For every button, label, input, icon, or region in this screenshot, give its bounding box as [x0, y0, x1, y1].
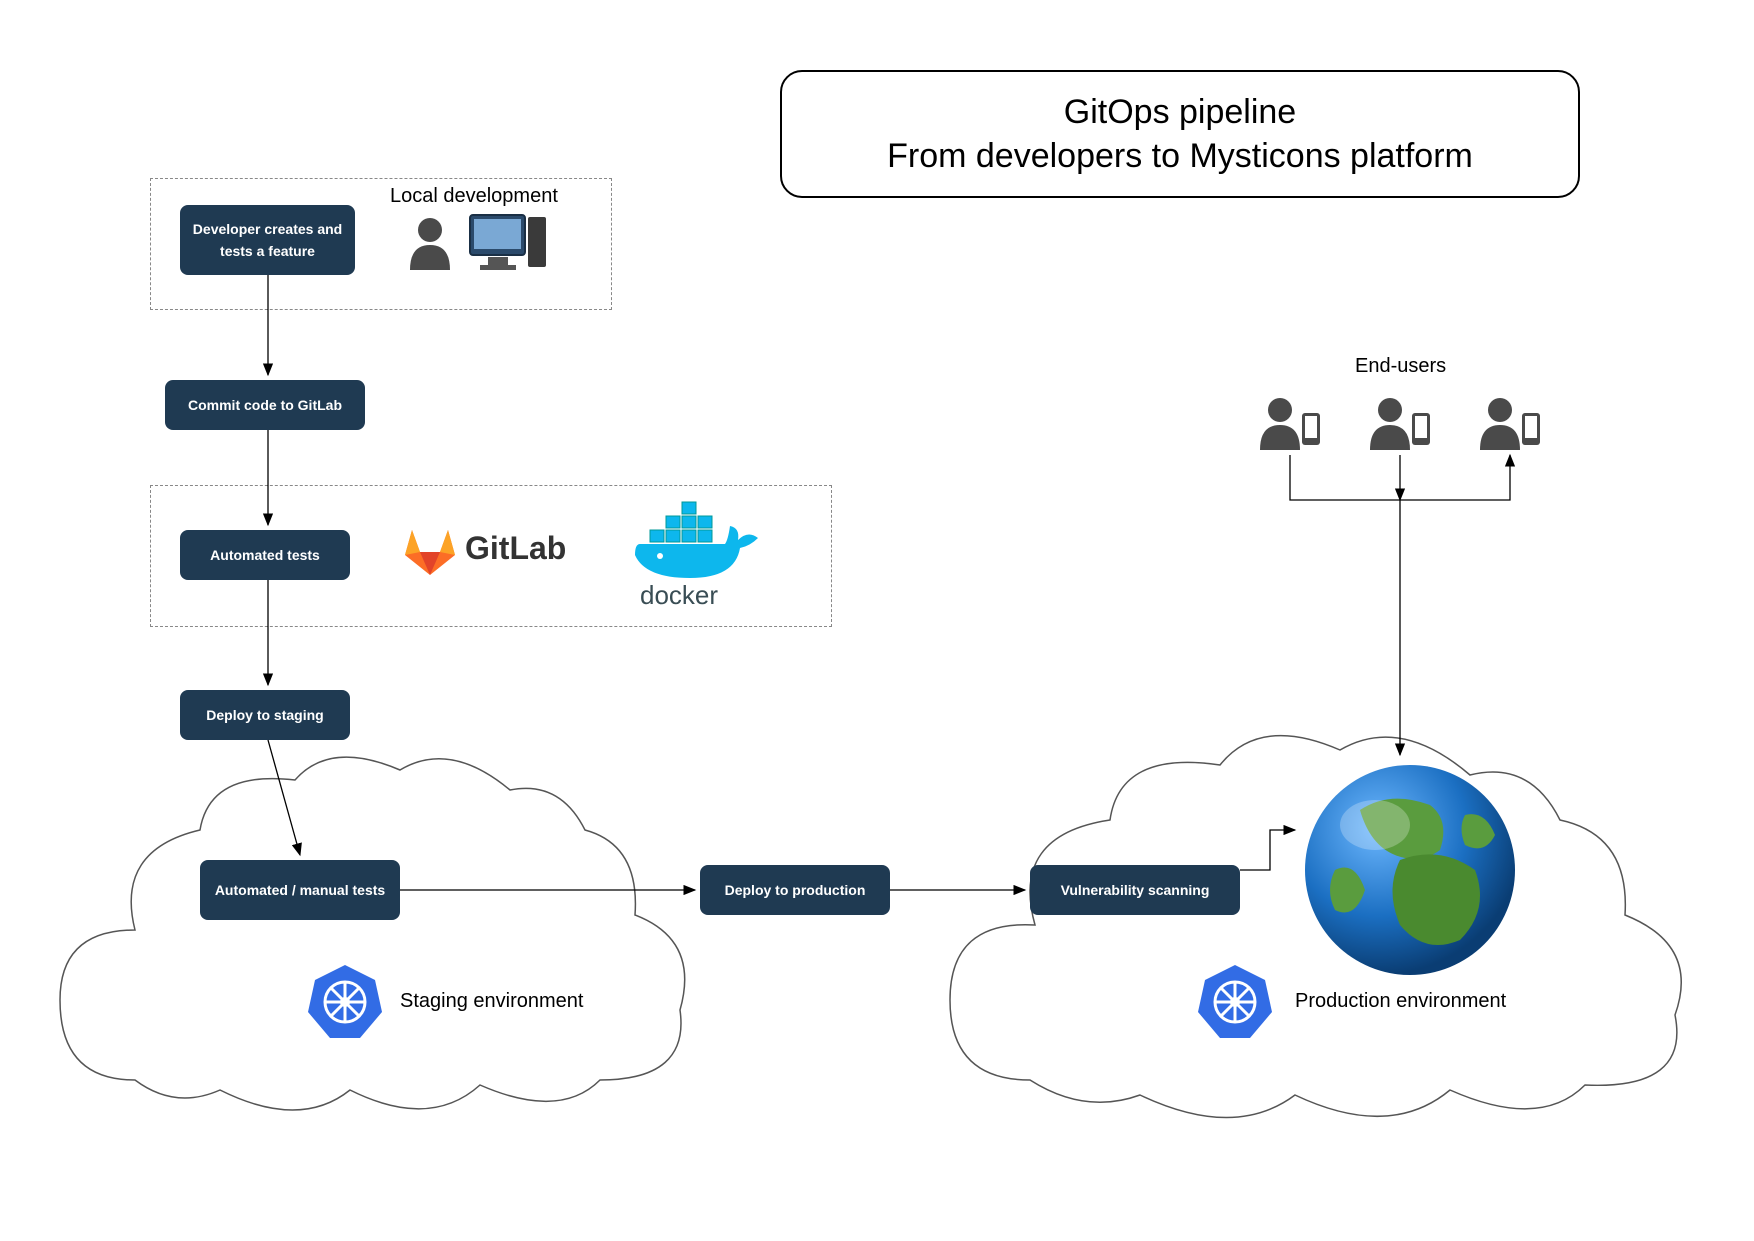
node-deploy-staging: Deploy to staging [180, 690, 350, 740]
end-users-label: End-users [1355, 355, 1446, 378]
local-dev-label: Local development [390, 185, 558, 208]
node-deploy-prod-text: Deploy to production [725, 879, 866, 901]
node-dev-feature-text: Developer creates and tests a feature [190, 218, 345, 263]
gitlab-label: GitLab [465, 530, 566, 567]
staging-env-label: Staging environment [400, 990, 583, 1013]
node-auto-tests: Automated tests [180, 530, 350, 580]
end-user-1 [1260, 398, 1320, 450]
node-deploy-prod: Deploy to production [700, 865, 890, 915]
title-line1: GitOps pipeline [812, 90, 1548, 134]
staging-cloud [60, 757, 685, 1110]
node-manual-tests: Automated / manual tests [200, 860, 400, 920]
production-env-label: Production environment [1295, 990, 1506, 1013]
title-line2: From developers to Mysticons platform [812, 134, 1548, 178]
end-user-2 [1370, 398, 1430, 450]
node-vuln-scan: Vulnerability scanning [1030, 865, 1240, 915]
kubernetes-icon-production [1198, 965, 1272, 1038]
node-dev-feature: Developer creates and tests a feature [180, 205, 355, 275]
node-manual-tests-text: Automated / manual tests [215, 879, 385, 901]
node-vuln-scan-text: Vulnerability scanning [1061, 879, 1210, 901]
node-commit-text: Commit code to GitLab [188, 394, 342, 416]
globe-icon [1305, 765, 1515, 975]
end-user-3 [1480, 398, 1540, 450]
kubernetes-icon-staging [308, 965, 382, 1038]
production-cloud [950, 736, 1681, 1118]
title-box: GitOps pipeline From developers to Mysti… [780, 70, 1580, 198]
node-commit: Commit code to GitLab [165, 380, 365, 430]
docker-label: docker [640, 580, 718, 611]
node-deploy-staging-text: Deploy to staging [206, 704, 323, 726]
node-auto-tests-text: Automated tests [210, 544, 320, 566]
